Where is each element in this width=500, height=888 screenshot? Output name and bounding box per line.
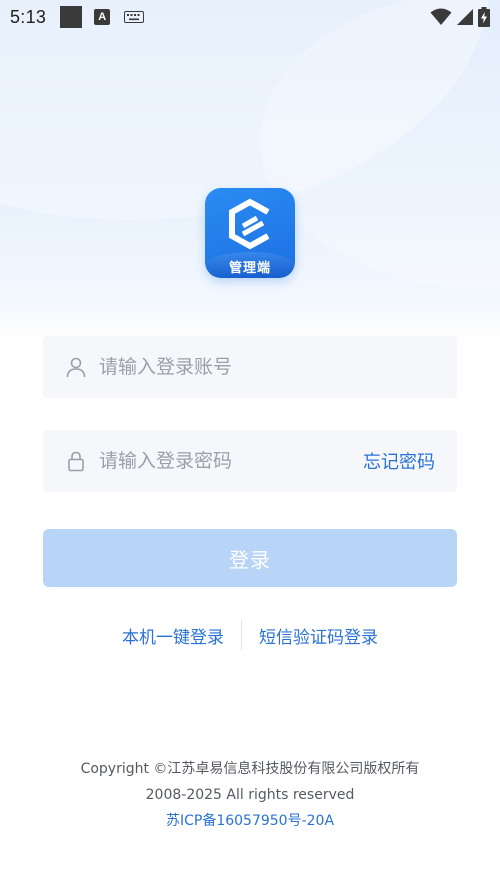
logo-label: 管理端 xyxy=(228,260,271,276)
one-click-login-link[interactable]: 本机一键登录 xyxy=(122,623,224,648)
rights-text: 2008-2025 All rights reserved xyxy=(145,787,355,803)
square-icon xyxy=(60,6,83,28)
footer: Copyright ©江苏卓易信息科技股份有限公司版权所有 2008-2025 … xyxy=(0,756,500,834)
brand-mark-icon xyxy=(229,198,270,250)
password-input[interactable] xyxy=(99,450,363,472)
password-field[interactable]: 忘记密码 xyxy=(43,430,457,492)
battery-charging-icon xyxy=(478,7,490,27)
status-time: 5:13 xyxy=(10,6,47,27)
wifi-icon xyxy=(430,8,452,25)
login-button[interactable]: 登录 xyxy=(43,529,457,587)
lock-icon xyxy=(68,451,84,472)
status-bar: 5:13 A xyxy=(0,0,500,34)
account-field[interactable] xyxy=(43,336,457,398)
sms-login-link[interactable]: 短信验证码登录 xyxy=(259,623,378,648)
a-notification-icon: A xyxy=(94,9,111,25)
copyright-text: Copyright ©江苏卓易信息科技股份有限公司版权所有 xyxy=(80,761,420,777)
signal-icon xyxy=(457,9,473,25)
forgot-password-link[interactable]: 忘记密码 xyxy=(363,448,435,474)
app-logo: 管理端 xyxy=(205,188,295,278)
account-input[interactable] xyxy=(99,356,457,378)
icp-link[interactable]: 苏ICP备16057950号-20A xyxy=(0,808,500,834)
alt-login-row: 本机一键登录 短信验证码登录 xyxy=(0,620,500,650)
keyboard-icon xyxy=(124,11,145,23)
user-icon xyxy=(66,357,86,378)
divider xyxy=(241,620,242,650)
logo-label-band: 管理端 xyxy=(205,252,295,278)
